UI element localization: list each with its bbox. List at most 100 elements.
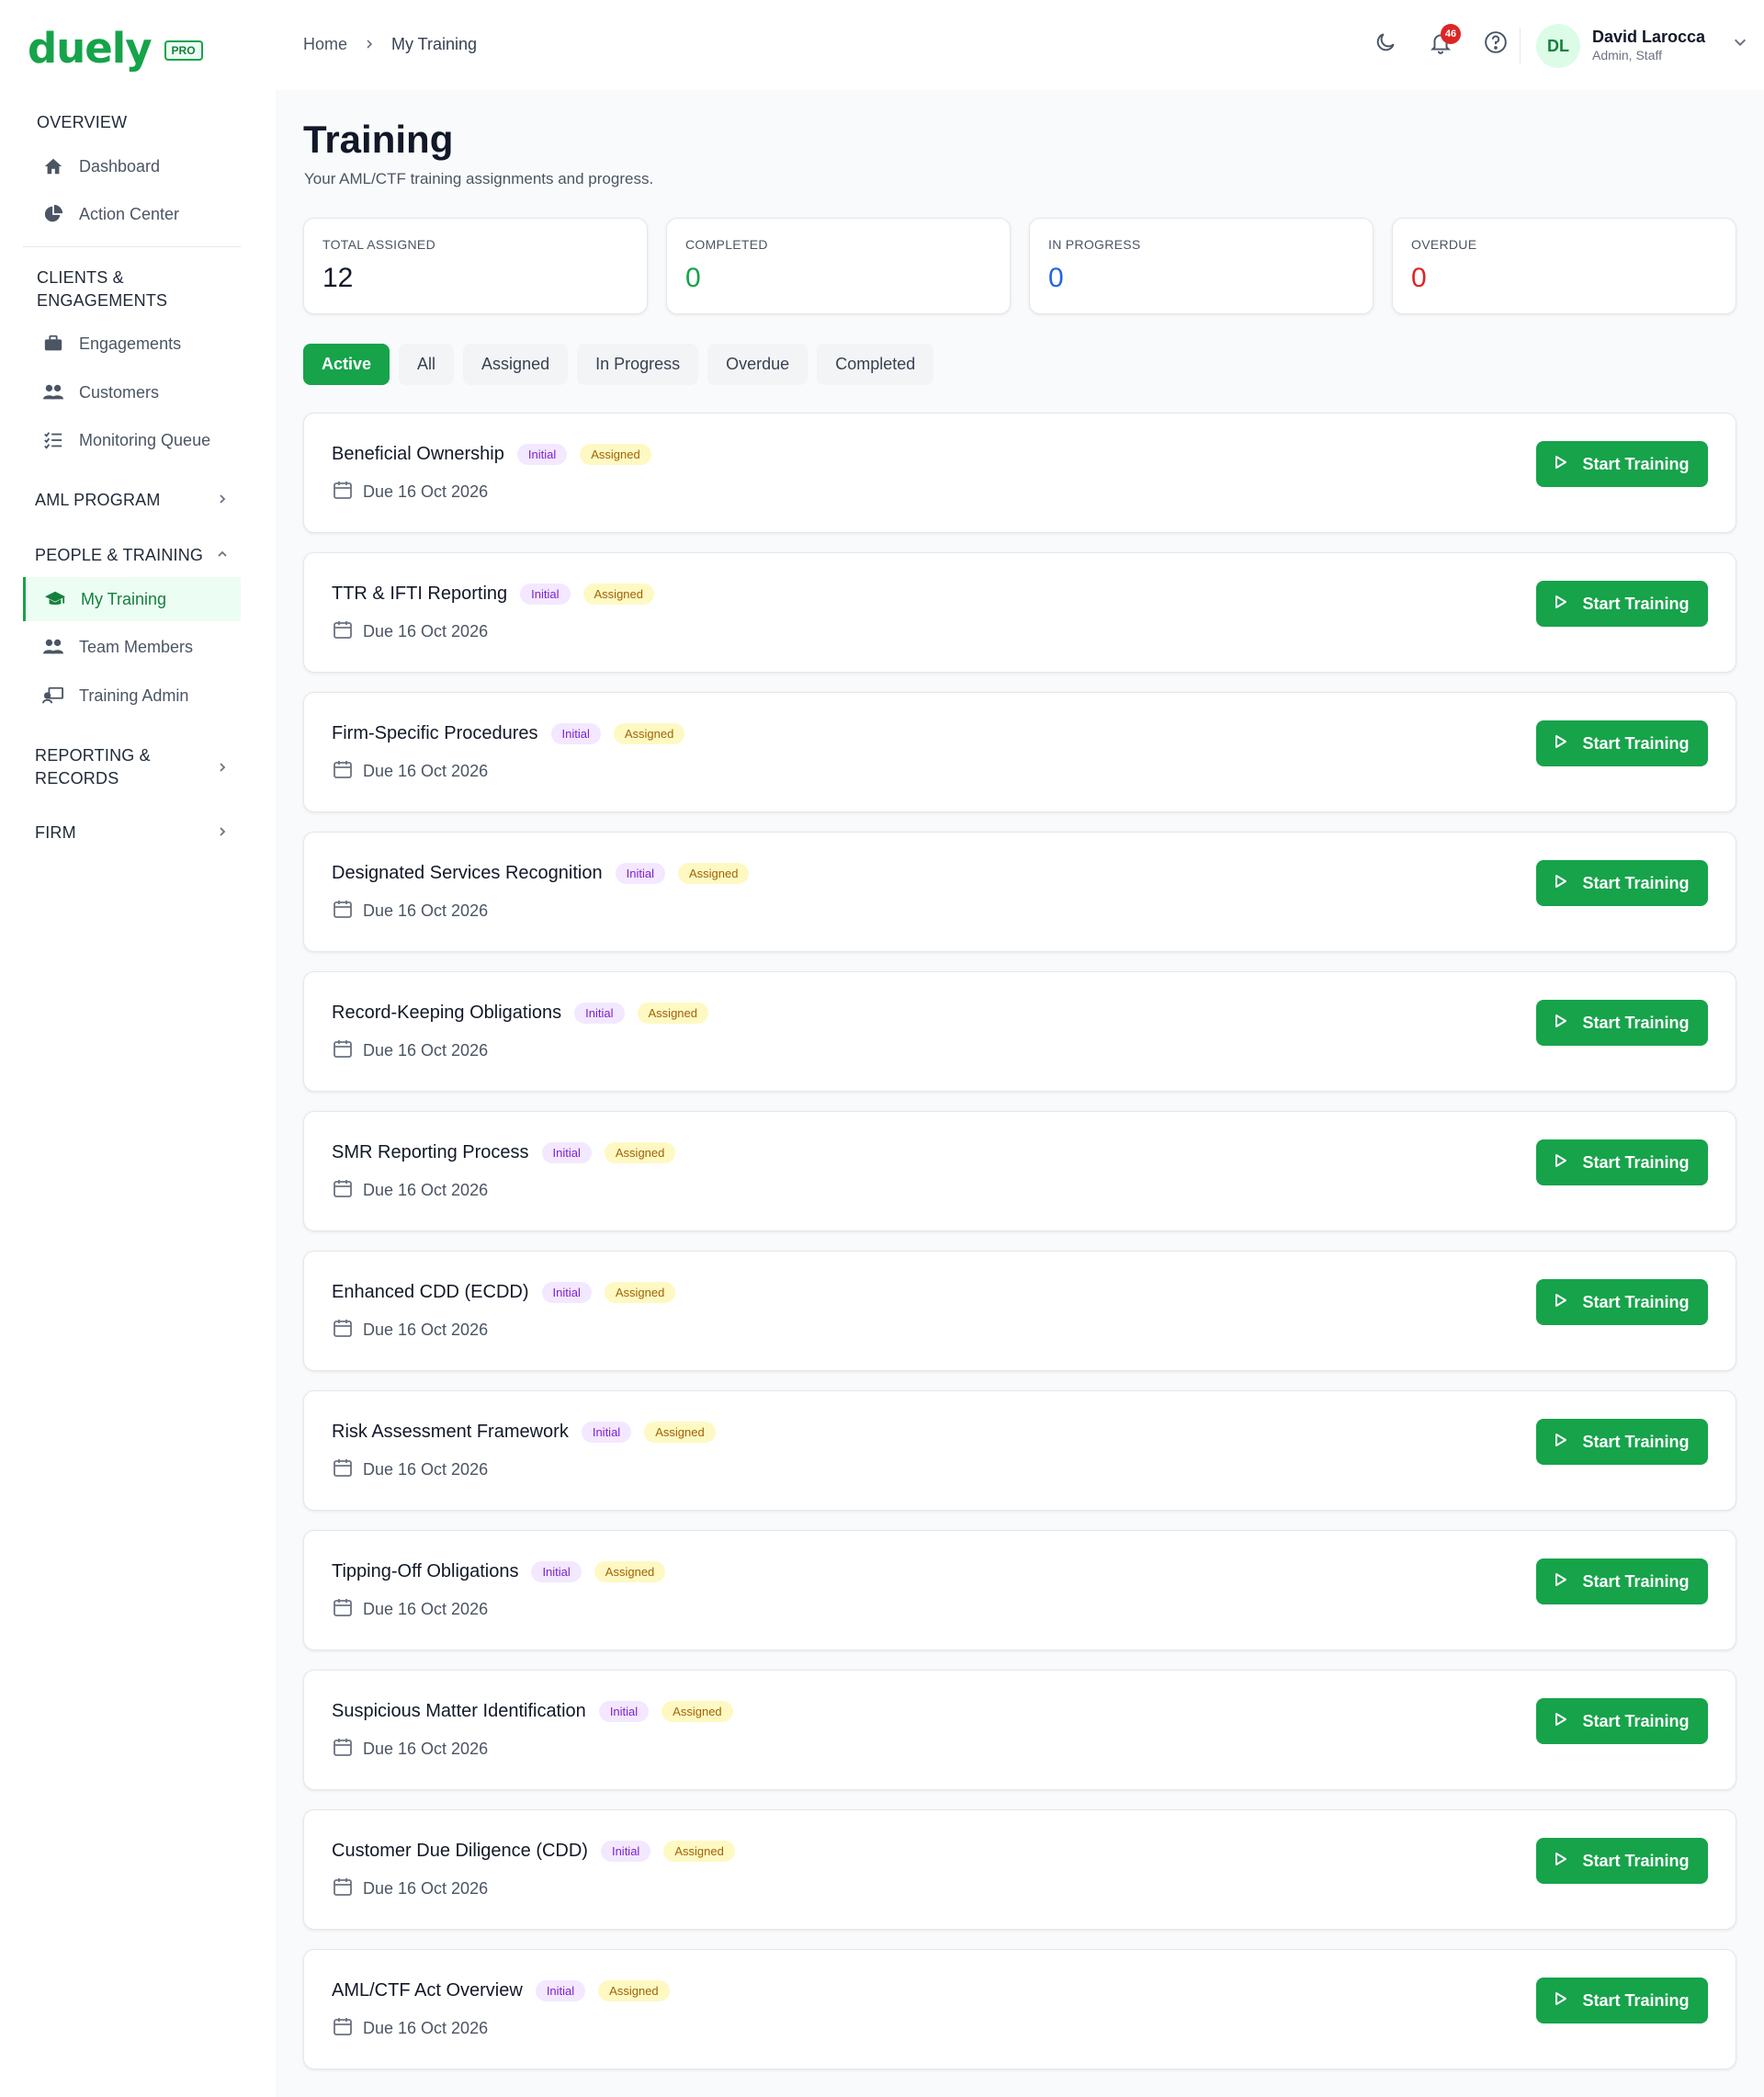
training-title: Designated Services Recognition bbox=[332, 863, 603, 883]
briefcase-icon bbox=[42, 333, 64, 355]
user-role: Admin, Staff bbox=[1592, 48, 1663, 62]
stat-label: TOTAL ASSIGNED bbox=[322, 237, 435, 252]
chalkboard-icon bbox=[42, 685, 64, 707]
breadcrumb-home[interactable]: Home bbox=[303, 35, 347, 54]
nav-section-label: PEOPLE & TRAINING bbox=[35, 546, 204, 564]
breadcrumb-current: My Training bbox=[391, 35, 478, 53]
chevron-up-icon bbox=[217, 544, 228, 567]
type-badge: Initial bbox=[516, 444, 568, 465]
sidebar-item-label: Customers bbox=[79, 382, 160, 402]
training-title: Suspicious Matter Identification bbox=[332, 1701, 586, 1721]
type-badge: Initial bbox=[581, 1422, 632, 1443]
tab-completed[interactable]: Completed bbox=[817, 344, 934, 385]
due-date: Due 16 Oct 2026 bbox=[363, 762, 489, 780]
sidebar-item-label: Training Admin bbox=[79, 686, 189, 705]
type-badge: Initial bbox=[541, 1142, 592, 1163]
moon-icon bbox=[1374, 30, 1397, 59]
sidebar-item-monitoring-queue[interactable]: Monitoring Queue bbox=[42, 418, 241, 462]
nav-section-aml-program[interactable]: AML PROGRAM bbox=[35, 489, 228, 512]
start-training-button[interactable]: Start Training bbox=[1536, 1000, 1708, 1046]
due-date-row: Due 16 Oct 2026 bbox=[332, 618, 488, 645]
type-badge: Initial bbox=[541, 1282, 592, 1303]
stat-value: 12 bbox=[322, 263, 354, 293]
stat-label: OVERDUE bbox=[1411, 237, 1477, 252]
status-badge: Assigned bbox=[598, 1980, 670, 2001]
due-date: Due 16 Oct 2026 bbox=[363, 622, 489, 640]
user-menu[interactable]: DL David Larocca Admin, Staff bbox=[1406, 24, 1764, 68]
sidebar-item-engagements[interactable]: Engagements bbox=[42, 322, 241, 366]
calendar-icon bbox=[332, 618, 354, 645]
nav-section-people-training[interactable]: PEOPLE & TRAINING bbox=[35, 544, 228, 567]
calendar-icon bbox=[332, 2015, 354, 2042]
due-date-row: Due 16 Oct 2026 bbox=[332, 898, 488, 924]
status-badge: Assigned bbox=[580, 444, 651, 465]
sidebar-item-my-training[interactable]: My Training bbox=[23, 577, 241, 621]
avatar: DL bbox=[1536, 24, 1580, 68]
sidebar-item-training-admin[interactable]: Training Admin bbox=[42, 674, 241, 718]
home-icon bbox=[42, 155, 64, 177]
stat-completed: COMPLETED 0 bbox=[666, 218, 1011, 314]
start-training-button[interactable]: Start Training bbox=[1536, 1698, 1708, 1744]
start-training-button[interactable]: Start Training bbox=[1536, 1838, 1708, 1884]
status-badge: Assigned bbox=[604, 1142, 676, 1163]
start-training-button[interactable]: Start Training bbox=[1536, 1419, 1708, 1465]
stat-label: IN PROGRESS bbox=[1048, 237, 1141, 252]
sidebar-item-action-center[interactable]: Action Center bbox=[42, 192, 241, 236]
tab-all[interactable]: All bbox=[399, 344, 455, 385]
due-date: Due 16 Oct 2026 bbox=[363, 1321, 489, 1339]
calendar-icon bbox=[332, 1317, 354, 1343]
tab-overdue[interactable]: Overdue bbox=[707, 344, 808, 385]
brand-logo[interactable]: duely PRO bbox=[28, 24, 203, 73]
start-training-button[interactable]: Start Training bbox=[1536, 860, 1708, 906]
due-date: Due 16 Oct 2026 bbox=[363, 1740, 489, 1758]
start-training-button[interactable]: Start Training bbox=[1536, 1559, 1708, 1604]
nav-section-reporting-records[interactable]: REPORTING & RECORDS bbox=[35, 744, 228, 790]
start-training-label: Start Training bbox=[1582, 454, 1690, 473]
status-badge: Assigned bbox=[677, 863, 750, 884]
start-training-button[interactable]: Start Training bbox=[1536, 1279, 1708, 1325]
start-training-label: Start Training bbox=[1582, 594, 1690, 613]
users-icon bbox=[42, 381, 64, 403]
nav-section-firm[interactable]: FIRM bbox=[35, 822, 228, 838]
tab-in-progress[interactable]: In Progress bbox=[577, 344, 699, 385]
due-date: Due 16 Oct 2026 bbox=[363, 1879, 489, 1898]
training-title: TTR & IFTI Reporting bbox=[332, 584, 508, 604]
page-subtitle: Your AML/CTF training assignments and pr… bbox=[304, 170, 654, 187]
calendar-icon bbox=[332, 1876, 354, 1902]
tab-assigned[interactable]: Assigned bbox=[463, 344, 569, 385]
training-card: Enhanced CDD (ECDD) Initial Assigned Due 16… bbox=[303, 1251, 1736, 1371]
start-training-button[interactable]: Start Training bbox=[1536, 581, 1708, 627]
start-training-button[interactable]: Start Training bbox=[1536, 441, 1708, 487]
sidebar-item-customers[interactable]: Customers bbox=[42, 370, 241, 414]
sidebar-item-label: Team Members bbox=[79, 637, 194, 656]
type-badge: Initial bbox=[550, 723, 601, 744]
due-date: Due 16 Oct 2026 bbox=[363, 901, 489, 920]
dark-mode-toggle[interactable] bbox=[1369, 28, 1402, 61]
start-training-button[interactable]: Start Training bbox=[1536, 1978, 1708, 2023]
calendar-icon bbox=[332, 898, 354, 924]
start-training-button[interactable]: Start Training bbox=[1536, 1139, 1708, 1185]
tab-active[interactable]: Active bbox=[303, 344, 390, 385]
breadcrumb: Home My Training bbox=[303, 35, 477, 54]
due-date-row: Due 16 Oct 2026 bbox=[332, 1317, 488, 1343]
play-icon bbox=[1555, 1293, 1567, 1312]
stat-label: COMPLETED bbox=[685, 237, 768, 252]
type-badge: Initial bbox=[531, 1561, 582, 1582]
calendar-icon bbox=[332, 1736, 354, 1763]
start-training-label: Start Training bbox=[1582, 1292, 1690, 1311]
nav-section-label: FIRM bbox=[35, 823, 76, 838]
sidebar-item-team-members[interactable]: Team Members bbox=[42, 625, 241, 669]
users-icon bbox=[42, 636, 64, 658]
training-title-row: SMR Reporting Process Initial Assigned bbox=[332, 1142, 676, 1163]
type-badge: Initial bbox=[598, 1701, 650, 1722]
sidebar-item-dashboard[interactable]: Dashboard bbox=[42, 144, 241, 188]
start-training-label: Start Training bbox=[1582, 1711, 1690, 1730]
training-title-row: Record-Keeping Obligations Initial Assigne… bbox=[332, 1003, 708, 1024]
training-title: AML/CTF Act Overview bbox=[332, 1980, 523, 2001]
start-training-button[interactable]: Start Training bbox=[1536, 720, 1708, 766]
sidebar-item-label: Monitoring Queue bbox=[79, 430, 211, 449]
due-date-row: Due 16 Oct 2026 bbox=[332, 2015, 488, 2042]
calendar-icon bbox=[332, 758, 354, 785]
chevron-right-icon bbox=[217, 757, 228, 780]
stat-overdue: OVERDUE 0 bbox=[1392, 218, 1736, 314]
